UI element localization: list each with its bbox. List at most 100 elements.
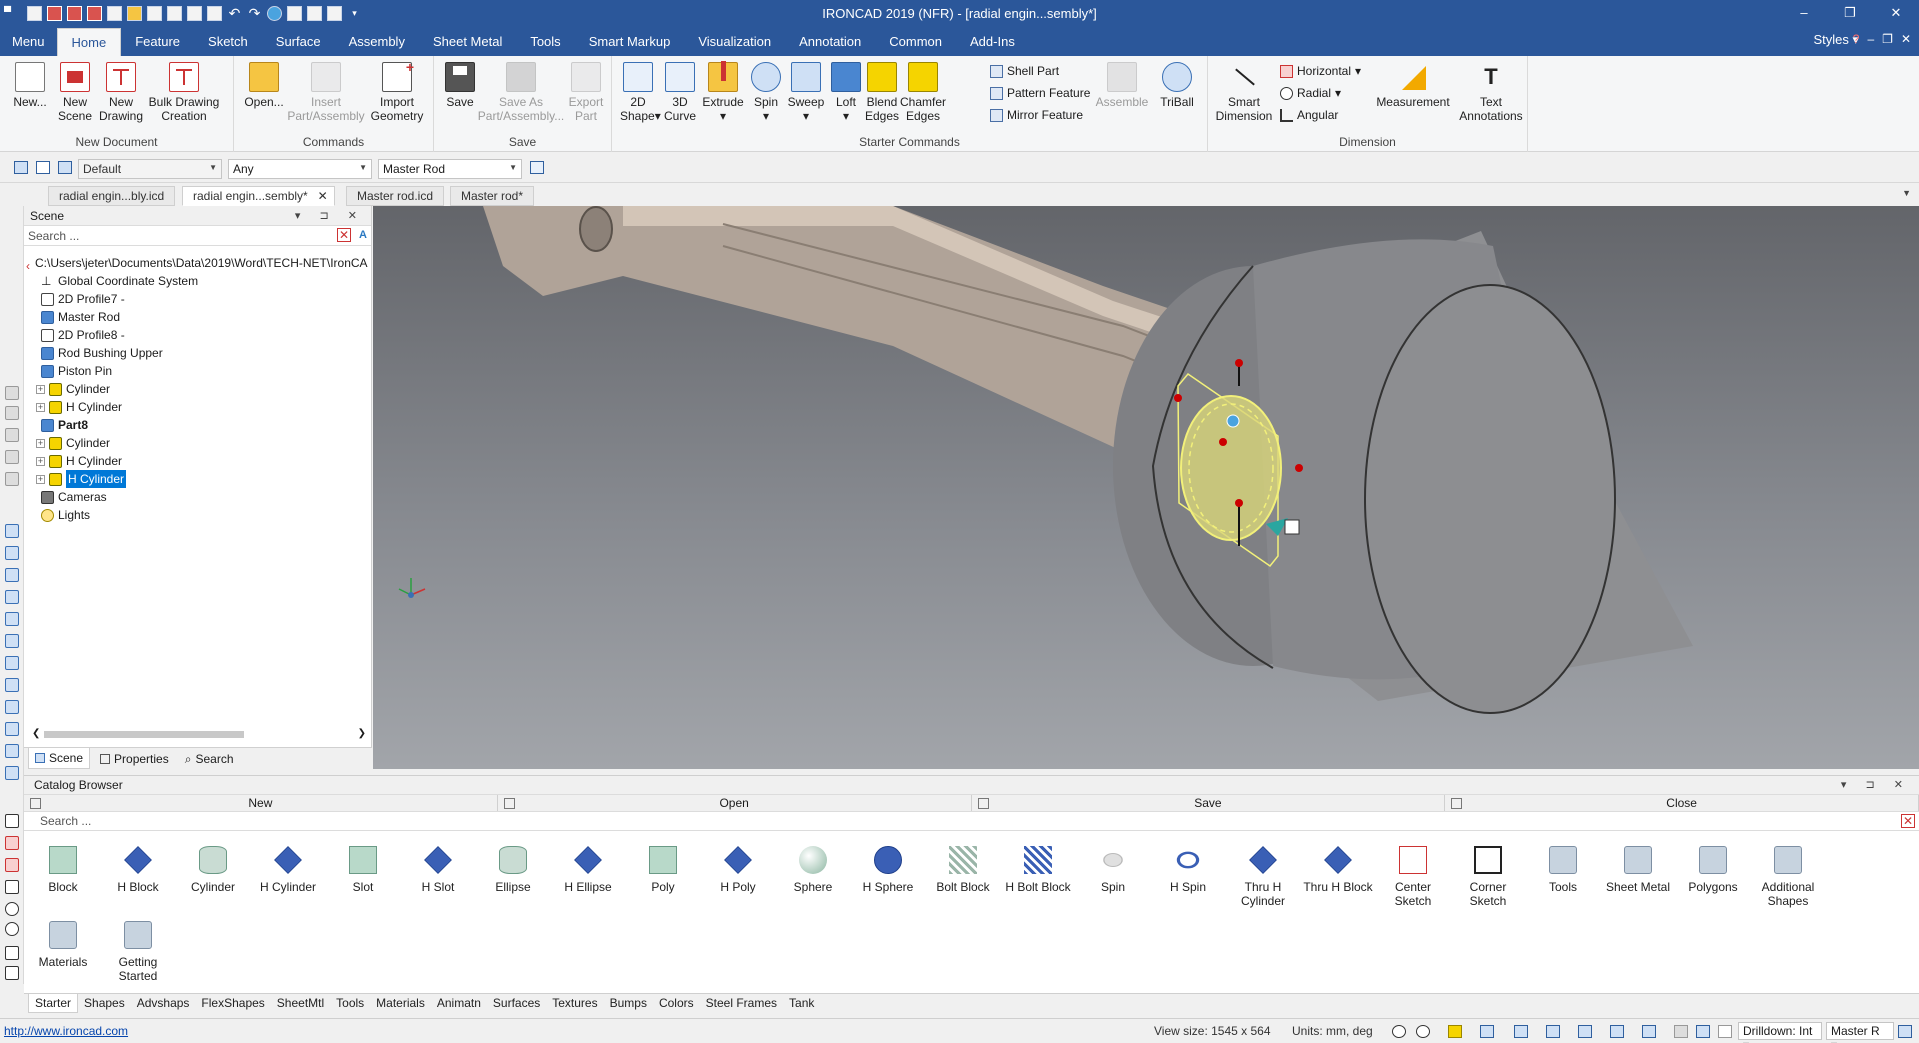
open-folder-icon[interactable] bbox=[127, 5, 142, 21]
view-style-icon[interactable] bbox=[1448, 1025, 1462, 1038]
tab-sheet-metal[interactable]: Sheet Metal bbox=[419, 28, 516, 56]
tab-sketch[interactable]: Sketch bbox=[194, 28, 262, 56]
strip-tool-15-icon[interactable] bbox=[5, 722, 19, 736]
catalog-item[interactable]: Poly bbox=[625, 846, 701, 894]
orient-icon[interactable] bbox=[1514, 1025, 1528, 1038]
save-icon[interactable] bbox=[147, 5, 162, 21]
catalog-save-button[interactable]: Save bbox=[972, 795, 1446, 811]
tabs-dropdown-icon[interactable]: ▼ bbox=[1902, 188, 1911, 198]
tab-annotation[interactable]: Annotation bbox=[785, 28, 875, 56]
strip-tool-8-icon[interactable] bbox=[5, 568, 19, 582]
mirror-feature-button[interactable]: Mirror Feature bbox=[990, 108, 1083, 122]
new-drawing-button[interactable]: New Drawing bbox=[97, 62, 145, 123]
strip-tool-20-icon[interactable] bbox=[5, 858, 19, 872]
catalog-item[interactable]: Getting Started bbox=[100, 921, 176, 983]
tab-feature[interactable]: Feature bbox=[121, 28, 194, 56]
catalog-tab[interactable]: Tank bbox=[783, 994, 820, 1013]
catalog-item[interactable]: H Block bbox=[100, 846, 176, 894]
tab-scene[interactable]: Scene bbox=[28, 748, 91, 769]
catalog-tab[interactable]: Surfaces bbox=[487, 994, 546, 1013]
tree-item[interactable]: ‹ C:\Users\jeter\Documents\Data\2019\Word… bbox=[26, 254, 368, 273]
shape-2d-dropdown[interactable]: Shape▾ bbox=[620, 109, 661, 123]
ribbon-close-icon[interactable]: ✕ bbox=[1901, 32, 1911, 46]
catalog-item[interactable]: Materials bbox=[25, 921, 101, 969]
catalog-item[interactable]: Thru H Cylinder bbox=[1225, 846, 1301, 908]
catalog-item[interactable]: Tools bbox=[1525, 846, 1601, 894]
tree-item[interactable]: + H Cylinder bbox=[36, 452, 122, 470]
catalog-item[interactable]: H Bolt Block bbox=[1000, 846, 1076, 894]
horizontal-dimension-button[interactable]: Horizontal ▾ bbox=[1280, 64, 1361, 78]
strip-tool-2-icon[interactable] bbox=[5, 406, 19, 420]
catalog-item[interactable]: Block bbox=[25, 846, 101, 894]
save-as-icon[interactable] bbox=[167, 5, 182, 21]
restore-button[interactable]: ❐ bbox=[1827, 0, 1873, 26]
tree-item[interactable]: 2D Profile7 - bbox=[28, 290, 125, 308]
ironcad-link[interactable]: http://www.ironcad.com bbox=[4, 1024, 128, 1038]
size-handle-top[interactable] bbox=[1235, 359, 1243, 367]
tab-home[interactable]: Home bbox=[56, 28, 122, 56]
size-handle-left[interactable] bbox=[1174, 394, 1182, 402]
shell-part-button[interactable]: Shell Part bbox=[990, 64, 1059, 78]
ribbon-restore-icon[interactable]: ❐ bbox=[1882, 32, 1893, 46]
catalog-tab[interactable]: Starter bbox=[28, 994, 79, 1013]
text-annotations-button[interactable]: T Text Annotations bbox=[1458, 62, 1524, 123]
strip-tool-18-icon[interactable] bbox=[5, 814, 19, 828]
expand-icon[interactable]: + bbox=[36, 438, 45, 448]
strip-tool-1-icon[interactable] bbox=[5, 386, 19, 400]
catalog-item[interactable]: Slot bbox=[325, 846, 401, 894]
catalog-item[interactable]: Bolt Block bbox=[925, 846, 1001, 894]
tab-smart-markup[interactable]: Smart Markup bbox=[575, 28, 685, 56]
bulk-drawing-icon[interactable] bbox=[87, 5, 102, 21]
catalog-tab[interactable]: Bumps bbox=[604, 994, 653, 1013]
chamfer-edges-button[interactable]: Chamfer Edges bbox=[900, 62, 946, 123]
strip-tool-9-icon[interactable] bbox=[5, 590, 19, 604]
scene-icon[interactable] bbox=[307, 5, 322, 21]
strip-tool-5-icon[interactable] bbox=[5, 472, 19, 486]
clear-catalog-search-icon[interactable]: ✕ bbox=[1901, 814, 1915, 828]
angular-dimension-button[interactable]: Angular bbox=[1280, 108, 1338, 122]
tree-item[interactable]: Lights bbox=[28, 506, 90, 524]
catalog-item[interactable]: Cylinder bbox=[175, 846, 251, 894]
tree-item[interactable]: Cameras bbox=[28, 488, 107, 506]
help-icon[interactable]: ? bbox=[1853, 32, 1860, 46]
strip-tool-17-icon[interactable] bbox=[5, 766, 19, 780]
catalog-tab[interactable]: FlexShapes bbox=[195, 994, 270, 1013]
strip-tool-16-icon[interactable] bbox=[5, 744, 19, 758]
tree-item[interactable]: Master Rod bbox=[28, 308, 120, 326]
expand-icon[interactable]: + bbox=[36, 384, 45, 394]
catalog-item[interactable]: H Spin bbox=[1150, 846, 1226, 894]
hierarchy-icon[interactable] bbox=[530, 161, 544, 174]
tab-menu[interactable]: Menu bbox=[0, 28, 57, 56]
drilldown-combo[interactable]: Drilldown: Int ▾ bbox=[1738, 1022, 1822, 1043]
print-icon[interactable] bbox=[107, 5, 122, 21]
ribbon-minimize-icon[interactable]: – bbox=[1867, 32, 1874, 46]
tree-item[interactable]: ⊥ Global Coordinate System bbox=[28, 272, 198, 290]
catalog-item[interactable]: Sheet Metal bbox=[1600, 846, 1676, 894]
status-hierarchy-icon[interactable] bbox=[1898, 1025, 1912, 1038]
import-geometry-button[interactable]: + Import Geometry bbox=[366, 60, 428, 123]
status-part-combo[interactable]: Master R ▾ bbox=[1826, 1022, 1894, 1043]
catalog-tab[interactable]: Colors bbox=[653, 994, 700, 1013]
zoom-fit-icon[interactable] bbox=[1392, 1025, 1406, 1038]
catalog-open-button[interactable]: Open bbox=[498, 795, 972, 811]
catalog-tab[interactable]: SheetMtl bbox=[271, 994, 330, 1013]
3d-viewport[interactable] bbox=[373, 206, 1919, 769]
scroll-left-icon[interactable]: ❮ bbox=[32, 728, 40, 739]
curve-3d-button[interactable]: 3D Curve bbox=[662, 62, 698, 123]
size-handle-center[interactable] bbox=[1219, 438, 1227, 446]
tab-search[interactable]: ⌕ Search bbox=[179, 748, 240, 769]
catalog-item[interactable]: Center Sketch bbox=[1375, 846, 1451, 908]
pointer-icon[interactable] bbox=[36, 161, 50, 174]
strip-tool-23-icon[interactable] bbox=[5, 922, 19, 936]
new-doc-icon[interactable] bbox=[27, 5, 42, 21]
tab-assembly[interactable]: Assembly bbox=[335, 28, 419, 56]
assemble-button[interactable]: Assemble bbox=[1094, 62, 1150, 109]
style-combo[interactable]: Default ▼ bbox=[78, 159, 222, 179]
doc-tab-radial-sembly[interactable]: radial engin...sembly* ✕ bbox=[182, 186, 335, 206]
spin-button[interactable]: Spin ▾ bbox=[746, 62, 786, 123]
sizebox-toggle-icon[interactable] bbox=[1284, 519, 1300, 535]
insert-part-button[interactable]: Insert Part/Assembly bbox=[286, 62, 366, 123]
display-icon[interactable] bbox=[1610, 1025, 1624, 1038]
save-button[interactable]: Save bbox=[440, 62, 480, 109]
tab-common[interactable]: Common bbox=[875, 28, 956, 56]
